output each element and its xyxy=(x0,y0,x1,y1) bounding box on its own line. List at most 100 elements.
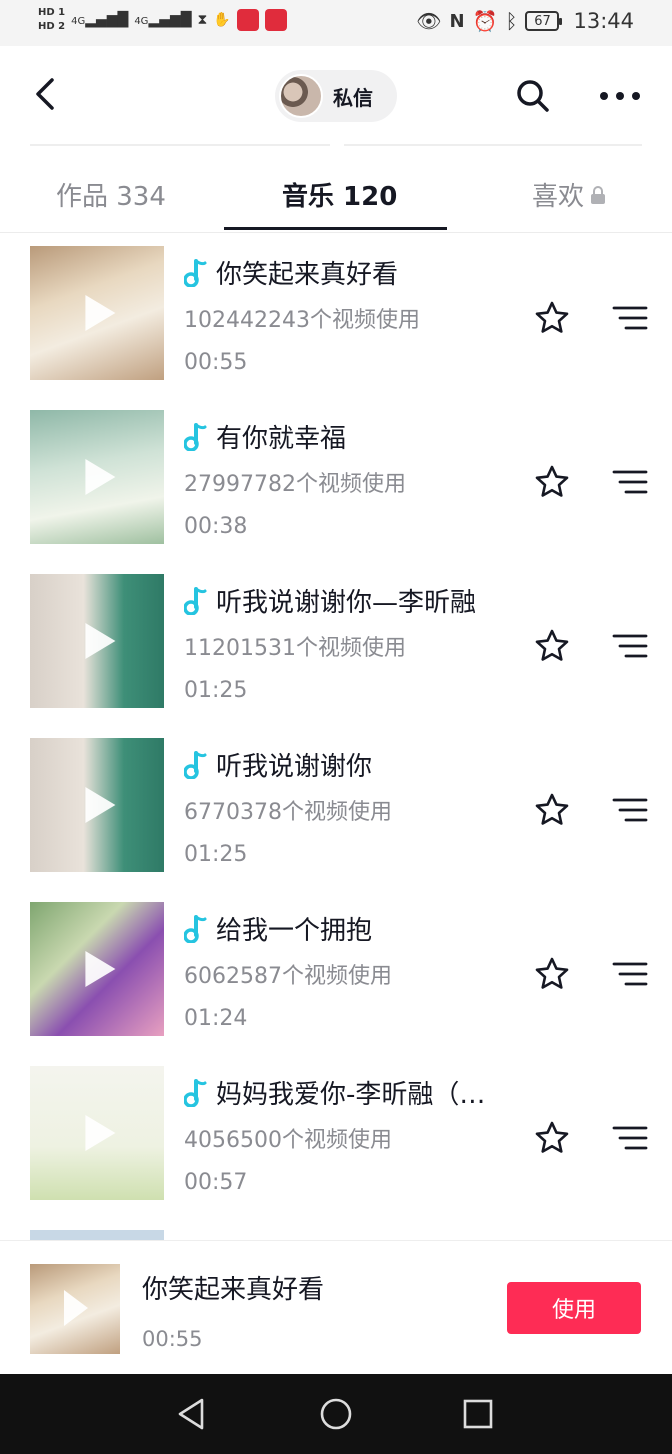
battery-level: 67 xyxy=(534,13,551,29)
music-duration: 01:25 xyxy=(184,842,248,867)
tab-likes[interactable]: 喜欢 xyxy=(532,176,606,213)
music-item[interactable]: 听我说谢谢你 6770378个视频使用 01:25 xyxy=(0,738,672,872)
favorite-star-icon[interactable] xyxy=(534,300,570,336)
music-title-row: 你笑起来真好看 xyxy=(184,254,398,291)
music-duration: 01:24 xyxy=(184,1006,248,1031)
now-playing-bar: 你笑起来真好看 00:55 使用 xyxy=(0,1240,672,1374)
play-icon xyxy=(64,1290,88,1326)
hourglass-icon: ⧗ xyxy=(197,12,208,28)
music-note-icon xyxy=(184,750,207,779)
music-usage-count: 102442243个视频使用 xyxy=(184,308,420,333)
music-title-row: 听我说谢谢你—李昕融 xyxy=(184,582,476,619)
music-usage-count: 6770378个视频使用 xyxy=(184,800,392,825)
music-title: 听我说谢谢你 xyxy=(216,752,373,782)
music-item[interactable]: 听我说谢谢你—李昕融 11201531个视频使用 01:25 xyxy=(0,574,672,708)
music-title: 给我一个拥抱 xyxy=(216,916,373,946)
favorite-star-icon[interactable] xyxy=(534,956,570,992)
lock-icon xyxy=(591,185,606,204)
status-left: HD 1 HD 2 4G▂▄▆█ 4G▂▄▆█ ⧗ ✋ xyxy=(38,6,287,34)
music-usage-count: 4056500个视频使用 xyxy=(184,1128,392,1153)
more-button[interactable] xyxy=(598,76,642,116)
tab-works-label: 作品 334 xyxy=(56,182,166,212)
status-right: 👁 N ⏰ ᛒ 67 13:44 xyxy=(416,9,634,33)
hd-indicator: HD 1 HD 2 xyxy=(38,6,65,34)
hand-icon: ✋ xyxy=(213,12,231,28)
favorite-star-icon[interactable] xyxy=(534,1120,570,1156)
music-item[interactable]: 妈妈我爱你-李昕融（… 4056500个视频使用 00:57 xyxy=(0,1066,672,1200)
eye-icon: 👁 xyxy=(416,9,442,33)
app-badge-icon xyxy=(236,9,259,31)
profile-tabs: 作品 334 音乐 120 喜欢 xyxy=(0,160,672,232)
add-to-list-icon[interactable] xyxy=(612,304,648,332)
play-icon xyxy=(85,623,116,659)
signal-2-icon: 4G▂▄▆█ xyxy=(134,12,192,28)
add-to-list-icon[interactable] xyxy=(612,632,648,660)
nav-recents-icon[interactable] xyxy=(460,1396,496,1432)
play-icon xyxy=(85,459,116,495)
music-note-icon xyxy=(184,258,207,287)
music-title: 有你就幸福 xyxy=(216,424,347,454)
favorite-star-icon[interactable] xyxy=(534,464,570,500)
music-cover[interactable] xyxy=(30,738,164,872)
music-item[interactable]: 给我一个拥抱 6062587个视频使用 01:24 xyxy=(0,902,672,1036)
music-title-row: 有你就幸福 xyxy=(184,418,346,455)
tab-music[interactable]: 音乐 120 xyxy=(282,176,397,213)
music-cover[interactable] xyxy=(30,246,164,380)
more-icon xyxy=(600,92,640,100)
tab-works[interactable]: 作品 334 xyxy=(56,176,166,213)
status-bar: HD 1 HD 2 4G▂▄▆█ 4G▂▄▆█ ⧗ ✋ 👁 N ⏰ ᛒ 67 1… xyxy=(0,0,672,46)
music-duration: 00:57 xyxy=(184,1170,248,1195)
now-playing-cover[interactable] xyxy=(30,1264,120,1354)
nav-home-icon[interactable] xyxy=(318,1396,354,1432)
music-duration: 00:55 xyxy=(184,350,248,375)
header-divider xyxy=(0,144,672,146)
music-title-row: 妈妈我爱你-李昕融（… xyxy=(184,1074,485,1111)
direct-message-label: 私信 xyxy=(333,85,373,110)
music-usage-count: 11201531个视频使用 xyxy=(184,636,406,661)
back-button[interactable] xyxy=(26,74,66,114)
nfc-icon: N xyxy=(449,10,465,32)
signal-1-icon: 4G▂▄▆█ xyxy=(71,12,129,28)
music-title: 听我说谢谢你—李昕融 xyxy=(216,588,477,618)
play-icon xyxy=(85,787,116,823)
favorite-star-icon[interactable] xyxy=(534,628,570,664)
alarm-icon: ⏰ xyxy=(472,9,498,33)
hd-2-label: HD 2 xyxy=(38,21,66,32)
music-cover[interactable] xyxy=(30,902,164,1036)
music-cover[interactable] xyxy=(30,410,164,544)
tab-music-label: 音乐 120 xyxy=(282,182,398,212)
use-music-label: 使用 xyxy=(551,1298,596,1323)
play-icon xyxy=(85,295,116,331)
nav-back-icon[interactable] xyxy=(174,1396,210,1432)
bluetooth-icon: ᛒ xyxy=(505,9,518,33)
add-to-list-icon[interactable] xyxy=(612,468,648,496)
header: 私信 xyxy=(0,46,672,144)
music-note-icon xyxy=(184,586,207,615)
active-tab-indicator xyxy=(224,227,447,230)
direct-message-button[interactable]: 私信 xyxy=(275,70,397,122)
music-item[interactable]: 有你就幸福 27997782个视频使用 00:38 xyxy=(0,410,672,544)
music-title: 你笑起来真好看 xyxy=(216,260,399,290)
add-to-list-icon[interactable] xyxy=(612,1124,648,1152)
use-music-button[interactable]: 使用 xyxy=(507,1282,641,1334)
network-1-label: 4G xyxy=(71,16,86,27)
back-arrow-icon xyxy=(36,78,54,110)
music-duration: 00:38 xyxy=(184,514,248,539)
favorite-star-icon[interactable] xyxy=(534,792,570,828)
music-usage-count: 6062587个视频使用 xyxy=(184,964,392,989)
avatar xyxy=(279,74,323,118)
music-title: 妈妈我爱你-李昕融（… xyxy=(216,1080,486,1110)
music-note-icon xyxy=(184,1078,207,1107)
add-to-list-icon[interactable] xyxy=(612,796,648,824)
tab-likes-label: 喜欢 xyxy=(532,182,585,212)
music-note-icon xyxy=(184,422,207,451)
play-icon xyxy=(85,1115,116,1151)
music-cover[interactable] xyxy=(30,1066,164,1200)
music-item[interactable]: 你笑起来真好看 102442243个视频使用 00:55 xyxy=(0,246,672,380)
search-button[interactable] xyxy=(513,76,553,116)
music-cover[interactable] xyxy=(30,574,164,708)
music-title-row: 给我一个拥抱 xyxy=(184,910,372,947)
hd-1-label: HD 1 xyxy=(38,7,66,18)
search-icon xyxy=(517,80,549,112)
add-to-list-icon[interactable] xyxy=(612,960,648,988)
